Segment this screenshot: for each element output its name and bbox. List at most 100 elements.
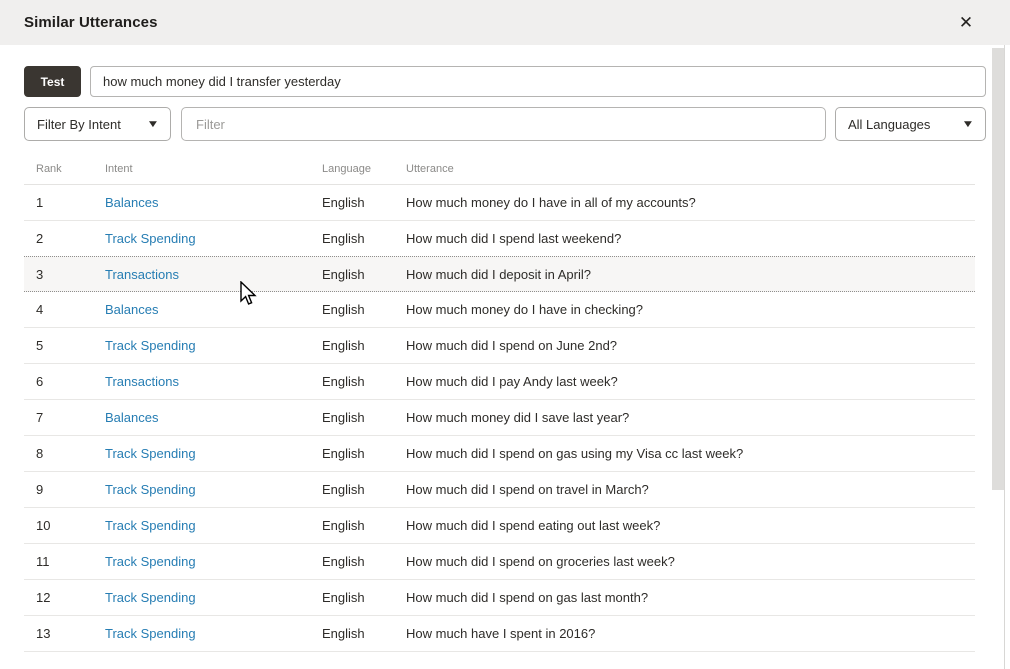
language-cell: English bbox=[310, 482, 394, 497]
filter-bar: Filter By Intent ▼ All Languages ▼ bbox=[24, 107, 986, 141]
language-cell: English bbox=[310, 590, 394, 605]
intent-cell: Balances bbox=[93, 195, 310, 210]
table-row[interactable]: 11 Track Spending English How much did I… bbox=[24, 544, 975, 580]
utterance-cell: How much money do I have in all of my ac… bbox=[394, 195, 975, 210]
column-header-rank: Rank bbox=[24, 163, 93, 175]
rank-cell: 10 bbox=[24, 518, 93, 533]
language-cell: English bbox=[310, 302, 394, 317]
intent-cell: Track Spending bbox=[93, 338, 310, 353]
table-row[interactable]: 5 Track Spending English How much did I … bbox=[24, 328, 975, 364]
intent-link[interactable]: Track Spending bbox=[105, 231, 196, 246]
filter-input[interactable] bbox=[181, 107, 826, 141]
similar-utterances-panel: Similar Utterances ✕ Test Filter By Inte… bbox=[0, 0, 1010, 669]
language-cell: English bbox=[310, 518, 394, 533]
table-row[interactable]: 3 Transactions English How much did I de… bbox=[24, 256, 975, 292]
filter-by-intent-dropdown[interactable]: Filter By Intent ▼ bbox=[24, 107, 171, 141]
utterance-cell: How much did I spend on gas using my Vis… bbox=[394, 446, 975, 461]
rank-cell: 7 bbox=[24, 410, 93, 425]
column-header-intent: Intent bbox=[93, 163, 310, 175]
rank-cell: 12 bbox=[24, 590, 93, 605]
language-cell: English bbox=[310, 626, 394, 641]
intent-cell: Track Spending bbox=[93, 554, 310, 569]
utterance-cell: How much did I spend eating out last wee… bbox=[394, 518, 975, 533]
utterance-cell: How much did I spend on groceries last w… bbox=[394, 554, 975, 569]
language-dropdown-value: All Languages bbox=[848, 117, 930, 132]
intent-link[interactable]: Balances bbox=[105, 302, 158, 317]
utterance-cell: How much have I spent in 2016? bbox=[394, 626, 975, 641]
close-icon[interactable]: ✕ bbox=[952, 9, 980, 37]
intent-cell: Balances bbox=[93, 410, 310, 425]
rank-cell: 3 bbox=[24, 267, 93, 282]
similar-utterances-table: Rank Intent Language Utterance 1 Balance… bbox=[24, 141, 975, 652]
utterance-cell: How much did I deposit in April? bbox=[394, 267, 975, 282]
language-cell: English bbox=[310, 338, 394, 353]
panel-header: Similar Utterances ✕ bbox=[0, 0, 1010, 45]
rank-cell: 5 bbox=[24, 338, 93, 353]
table-row[interactable]: 7 Balances English How much money did I … bbox=[24, 400, 975, 436]
table-row[interactable]: 12 Track Spending English How much did I… bbox=[24, 580, 975, 616]
intent-cell: Track Spending bbox=[93, 518, 310, 533]
intent-link[interactable]: Balances bbox=[105, 195, 158, 210]
rank-cell: 9 bbox=[24, 482, 93, 497]
intent-cell: Transactions bbox=[93, 267, 310, 282]
intent-cell: Track Spending bbox=[93, 482, 310, 497]
intent-cell: Transactions bbox=[93, 374, 310, 389]
intent-cell: Track Spending bbox=[93, 446, 310, 461]
rank-cell: 2 bbox=[24, 231, 93, 246]
table-row[interactable]: 2 Track Spending English How much did I … bbox=[24, 221, 975, 257]
intent-cell: Balances bbox=[93, 302, 310, 317]
table-row[interactable]: 9 Track Spending English How much did I … bbox=[24, 472, 975, 508]
utterance-cell: How much did I spend on gas last month? bbox=[394, 590, 975, 605]
rank-cell: 6 bbox=[24, 374, 93, 389]
utterance-cell: How much money do I have in checking? bbox=[394, 302, 975, 317]
table-row[interactable]: 13 Track Spending English How much have … bbox=[24, 616, 975, 652]
table-row[interactable]: 6 Transactions English How much did I pa… bbox=[24, 364, 975, 400]
column-header-language: Language bbox=[310, 163, 394, 175]
rank-cell: 13 bbox=[24, 626, 93, 641]
intent-link[interactable]: Track Spending bbox=[105, 626, 196, 641]
table-row[interactable]: 1 Balances English How much money do I h… bbox=[24, 185, 975, 221]
column-header-utterance: Utterance bbox=[394, 163, 975, 175]
utterance-cell: How much did I spend on travel in March? bbox=[394, 482, 975, 497]
intent-cell: Track Spending bbox=[93, 590, 310, 605]
test-bar: Test bbox=[24, 66, 986, 97]
rank-cell: 4 bbox=[24, 302, 93, 317]
chevron-down-icon: ▼ bbox=[146, 119, 159, 130]
language-cell: English bbox=[310, 267, 394, 282]
panel-title: Similar Utterances bbox=[24, 14, 158, 31]
intent-link[interactable]: Track Spending bbox=[105, 482, 196, 497]
intent-link[interactable]: Track Spending bbox=[105, 518, 196, 533]
utterance-cell: How much money did I save last year? bbox=[394, 410, 975, 425]
language-cell: English bbox=[310, 446, 394, 461]
utterance-cell: How much did I pay Andy last week? bbox=[394, 374, 975, 389]
intent-cell: Track Spending bbox=[93, 231, 310, 246]
test-utterance-input[interactable] bbox=[90, 66, 986, 97]
language-cell: English bbox=[310, 554, 394, 569]
language-cell: English bbox=[310, 231, 394, 246]
language-dropdown[interactable]: All Languages ▼ bbox=[835, 107, 986, 141]
intent-link[interactable]: Balances bbox=[105, 410, 158, 425]
utterance-cell: How much did I spend on June 2nd? bbox=[394, 338, 975, 353]
intent-link[interactable]: Track Spending bbox=[105, 590, 196, 605]
language-cell: English bbox=[310, 195, 394, 210]
language-cell: English bbox=[310, 374, 394, 389]
intent-link[interactable]: Transactions bbox=[105, 267, 179, 282]
scrollbar-thumb[interactable] bbox=[992, 48, 1004, 490]
table-header-row: Rank Intent Language Utterance bbox=[24, 141, 975, 185]
intent-link[interactable]: Track Spending bbox=[105, 338, 196, 353]
table-row[interactable]: 10 Track Spending English How much did I… bbox=[24, 508, 975, 544]
rank-cell: 8 bbox=[24, 446, 93, 461]
chevron-down-icon: ▼ bbox=[961, 119, 974, 130]
utterance-cell: How much did I spend last weekend? bbox=[394, 231, 975, 246]
rank-cell: 1 bbox=[24, 195, 93, 210]
table-row[interactable]: 4 Balances English How much money do I h… bbox=[24, 292, 975, 328]
table-body: 1 Balances English How much money do I h… bbox=[24, 185, 975, 652]
test-button[interactable]: Test bbox=[24, 66, 81, 97]
intent-link[interactable]: Transactions bbox=[105, 374, 179, 389]
filter-by-intent-value: Filter By Intent bbox=[37, 117, 121, 132]
intent-cell: Track Spending bbox=[93, 626, 310, 641]
table-row[interactable]: 8 Track Spending English How much did I … bbox=[24, 436, 975, 472]
intent-link[interactable]: Track Spending bbox=[105, 446, 196, 461]
intent-link[interactable]: Track Spending bbox=[105, 554, 196, 569]
vertical-scrollbar[interactable] bbox=[991, 45, 1005, 669]
